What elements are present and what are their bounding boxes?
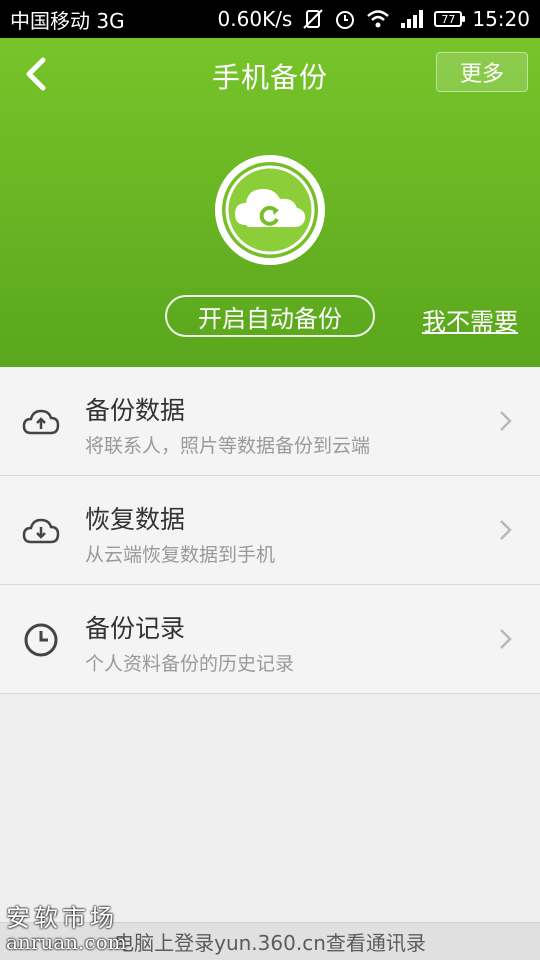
watermark-cn: 安软市场 (6, 904, 118, 932)
vibrate-off-icon (302, 8, 324, 30)
more-button[interactable]: 更多 (436, 52, 528, 92)
list-item-title: 备份记录 (85, 614, 186, 643)
chevron-right-icon (498, 627, 514, 651)
clock-time: 15:20 (472, 7, 530, 31)
list-item-subtitle: 将联系人，照片等数据备份到云端 (85, 435, 371, 457)
list-item-restore-data[interactable]: 恢复数据 从云端恢复数据到手机 (0, 476, 540, 585)
network-speed: 0.60K/s (217, 7, 293, 31)
list-item-backup-data[interactable]: 备份数据 将联系人，照片等数据备份到云端 (0, 367, 540, 476)
backup-header: 手机备份 更多 开启自动备份 我不需要 (0, 38, 540, 367)
cloud-download-icon (22, 512, 60, 550)
chevron-right-icon (498, 518, 514, 542)
backup-menu-list: 备份数据 将联系人，照片等数据备份到云端 恢复数据 从云端恢复数据到手机 备份记… (0, 367, 540, 694)
alarm-icon (334, 8, 356, 30)
battery-icon: 77 (434, 11, 466, 27)
list-item-title: 恢复数据 (85, 505, 186, 534)
no-need-link[interactable]: 我不需要 (422, 302, 518, 337)
status-bar: 中国移动 3G 0.60K/s 77 15:20 (0, 0, 540, 38)
cloud-upload-icon (22, 403, 60, 441)
wifi-icon (366, 9, 390, 29)
watermark: 安软市场 anruan.com (6, 906, 127, 954)
watermark-en: anruan.com (6, 930, 127, 954)
enable-auto-backup-button[interactable]: 开启自动备份 (165, 295, 375, 337)
signal-icon (400, 9, 424, 29)
cloud-sync-icon[interactable] (213, 153, 327, 267)
carrier-label: 中国移动 3G (10, 8, 125, 33)
list-item-subtitle: 从云端恢复数据到手机 (85, 544, 276, 566)
chevron-right-icon (498, 409, 514, 433)
clock-icon (22, 621, 60, 659)
list-item-title: 备份数据 (85, 396, 186, 425)
list-item-backup-history[interactable]: 备份记录 个人资料备份的历史记录 (0, 585, 540, 694)
status-right: 0.60K/s 77 15:20 (218, 7, 530, 31)
list-item-subtitle: 个人资料备份的历史记录 (85, 653, 295, 675)
